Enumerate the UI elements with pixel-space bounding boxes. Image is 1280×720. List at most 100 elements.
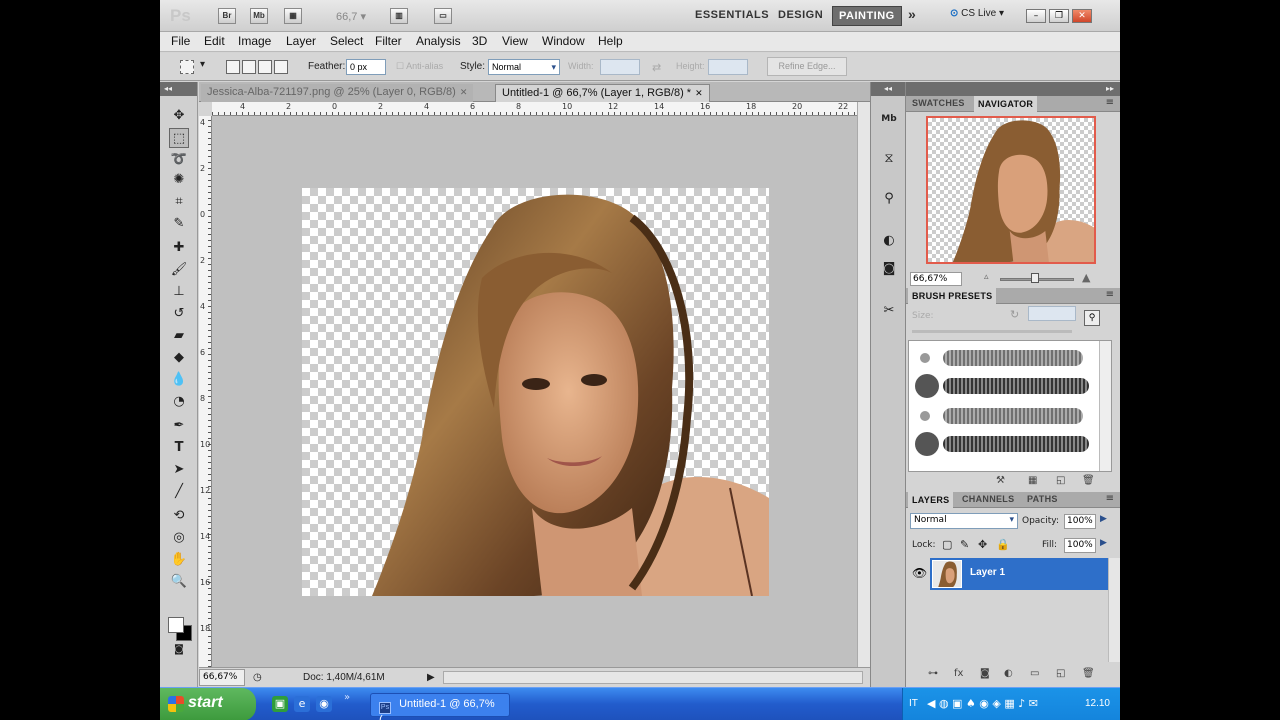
move-tool-icon[interactable]: ✥ <box>169 106 189 126</box>
taskbar-photoshop-button[interactable]: Ps Untitled-1 @ 66,7% (... <box>370 693 510 720</box>
delete-layer-icon[interactable]: 🗑 <box>1082 668 1095 679</box>
brush-list-scrollbar[interactable] <box>1099 341 1111 471</box>
link-layers-icon[interactable]: ⊶ <box>928 668 938 679</box>
menu-select[interactable]: Select <box>330 34 363 48</box>
minimize-button[interactable]: – <box>1026 9 1046 23</box>
layers-scrollbar[interactable] <box>1108 558 1120 662</box>
vertical-scrollbar[interactable] <box>857 102 870 667</box>
pen-tool-icon[interactable]: ✒ <box>169 416 189 436</box>
menu-help[interactable]: Help <box>598 34 623 48</box>
mini-bridge-panel-icon[interactable]: Mb <box>877 108 901 130</box>
swap-icon[interactable]: ⇄ <box>652 61 661 74</box>
marquee-preset-icon[interactable] <box>180 60 194 74</box>
maximize-button[interactable]: ❐ <box>1049 9 1069 23</box>
collapse-tools-icon[interactable]: ◂◂ <box>160 82 197 96</box>
type-tool-icon[interactable]: T <box>169 438 189 458</box>
height-input[interactable] <box>708 59 748 75</box>
brush-panel-icon[interactable]: ⚲ <box>877 188 901 210</box>
bridge-button[interactable]: Br <box>218 8 236 24</box>
quick-mask-icon[interactable]: ◙ <box>169 640 189 660</box>
brush-tool-icon[interactable]: 🖌 <box>169 260 189 280</box>
new-brush-icon[interactable]: ◱ <box>1056 475 1065 486</box>
tool-presets-icon[interactable]: ✂ <box>877 300 901 322</box>
menu-image[interactable]: Image <box>238 34 271 48</box>
fill-input[interactable]: 100% <box>1064 538 1096 553</box>
history-panel-icon[interactable]: ⧖ <box>877 148 901 170</box>
brush-size-input[interactable] <box>1028 306 1076 321</box>
mini-bridge-button[interactable]: Mb <box>250 8 268 24</box>
document-canvas[interactable] <box>302 188 769 596</box>
zoom-tool-icon[interactable]: 🔍 <box>169 572 189 592</box>
menu-edit[interactable]: Edit <box>204 34 225 48</box>
navigator-slider-thumb[interactable] <box>1031 273 1039 283</box>
quick-selection-icon[interactable]: ✺ <box>169 170 189 190</box>
brush-preset-item[interactable] <box>909 343 1099 373</box>
lock-position-icon[interactable]: ✥ <box>978 538 987 551</box>
lasso-tool-icon[interactable]: ➰ <box>169 150 189 170</box>
status-info-icon[interactable]: ◷ <box>253 672 262 683</box>
canvas-area[interactable] <box>212 116 857 667</box>
navigator-zoom-field[interactable]: 66,67% <box>910 272 962 286</box>
panel-menu-icon[interactable]: ≡ <box>1106 289 1114 300</box>
menu-window[interactable]: Window <box>542 34 585 48</box>
zoom-level-select[interactable]: 66,7 ▾ <box>336 10 366 23</box>
quicklaunch-media-icon[interactable]: ◉ <box>316 696 332 712</box>
layer-visibility-eye-icon[interactable]: 👁 <box>912 566 927 580</box>
close-tab-icon[interactable]: ✕ <box>460 87 468 97</box>
lock-all-icon[interactable]: 🔒 <box>996 538 1010 551</box>
quicklaunch-app-icon[interactable]: ▣ <box>272 696 288 712</box>
screen-mode-icon[interactable]: ▭ <box>434 8 452 24</box>
foreground-color-swatch[interactable] <box>168 617 184 633</box>
layer-row-selected[interactable]: Layer 1 <box>930 558 1118 590</box>
lock-pixels-icon[interactable]: ✎ <box>960 538 969 551</box>
collapse-panels-icon[interactable]: ▸▸ <box>906 82 1120 96</box>
tray-icons[interactable]: ◀ ◍ ▣ ♠ ◉ ◈ ▦ ♪ ✉ <box>927 697 1038 710</box>
history-brush-icon[interactable]: ↺ <box>169 304 189 324</box>
new-layer-icon[interactable]: ◱ <box>1056 668 1065 679</box>
workspace-essentials[interactable]: ESSENTIALS <box>695 9 769 21</box>
reset-size-icon[interactable]: ↻ <box>1010 308 1019 321</box>
zoom-in-icon[interactable]: ▲ <box>1082 271 1090 284</box>
open-preset-manager-icon[interactable]: ▦ <box>1028 475 1037 486</box>
menu-view[interactable]: View <box>502 34 528 48</box>
close-tab-icon[interactable]: ✕ <box>695 88 703 98</box>
delete-brush-icon[interactable]: 🗑 <box>1082 475 1095 486</box>
add-selection-icon[interactable] <box>242 60 256 74</box>
navigator-preview[interactable] <box>926 116 1096 264</box>
close-button[interactable]: ✕ <box>1072 9 1092 23</box>
language-indicator[interactable]: IT <box>909 698 918 709</box>
preset-dropdown-icon[interactable]: ▾ <box>200 59 205 70</box>
tab-paths[interactable]: PATHS <box>1027 494 1058 504</box>
tab-swatches[interactable]: SWATCHES <box>912 98 965 108</box>
panel-menu-icon[interactable]: ≡ <box>1106 493 1114 504</box>
path-selection-icon[interactable]: ➤ <box>169 460 189 480</box>
3d-rotate-icon[interactable]: ⟲ <box>169 506 189 526</box>
collapse-dock-icon[interactable]: ◂◂ <box>871 82 905 96</box>
eyedropper-icon[interactable]: ✎ <box>169 214 189 234</box>
style-select[interactable]: Normal ▾ <box>488 59 560 75</box>
tab-navigator[interactable]: NAVIGATOR <box>974 96 1038 112</box>
anti-alias-checkbox[interactable]: ☐ Anti-alias <box>396 61 443 72</box>
opacity-arrow-icon[interactable]: ▶ <box>1100 514 1107 524</box>
refine-edge-button[interactable]: Refine Edge... <box>767 57 847 76</box>
status-zoom-field[interactable]: 66,67% <box>199 669 245 686</box>
dodge-tool-icon[interactable]: ◔ <box>169 392 189 412</box>
feather-input[interactable]: 0 px <box>346 59 386 75</box>
view-extras-icon[interactable]: ▦ <box>284 8 302 24</box>
menu-layer[interactable]: Layer <box>286 34 316 48</box>
tab-layers[interactable]: LAYERS <box>908 492 954 508</box>
quicklaunch-more-icon[interactable]: » <box>344 692 350 703</box>
panel-menu-icon[interactable]: ≡ <box>1106 97 1114 108</box>
rectangular-marquee-icon[interactable]: ⬚ <box>169 128 189 148</box>
cs-live-button[interactable]: ⊙ CS Live ▾ <box>950 8 1004 19</box>
blend-mode-select[interactable]: Normal ▾ <box>910 513 1018 529</box>
crop-tool-icon[interactable]: ⌗ <box>169 192 189 212</box>
adjustment-layer-icon[interactable]: ◐ <box>1004 668 1013 679</box>
healing-brush-icon[interactable]: ✚ <box>169 238 189 258</box>
layer-style-icon[interactable]: fx <box>954 668 963 679</box>
eraser-icon[interactable]: ▰ <box>169 326 189 346</box>
brush-preset-item[interactable] <box>909 401 1099 431</box>
more-workspaces-icon[interactable]: » <box>908 6 916 22</box>
blur-tool-icon[interactable]: 💧 <box>169 370 189 390</box>
opacity-input[interactable]: 100% <box>1064 514 1096 529</box>
